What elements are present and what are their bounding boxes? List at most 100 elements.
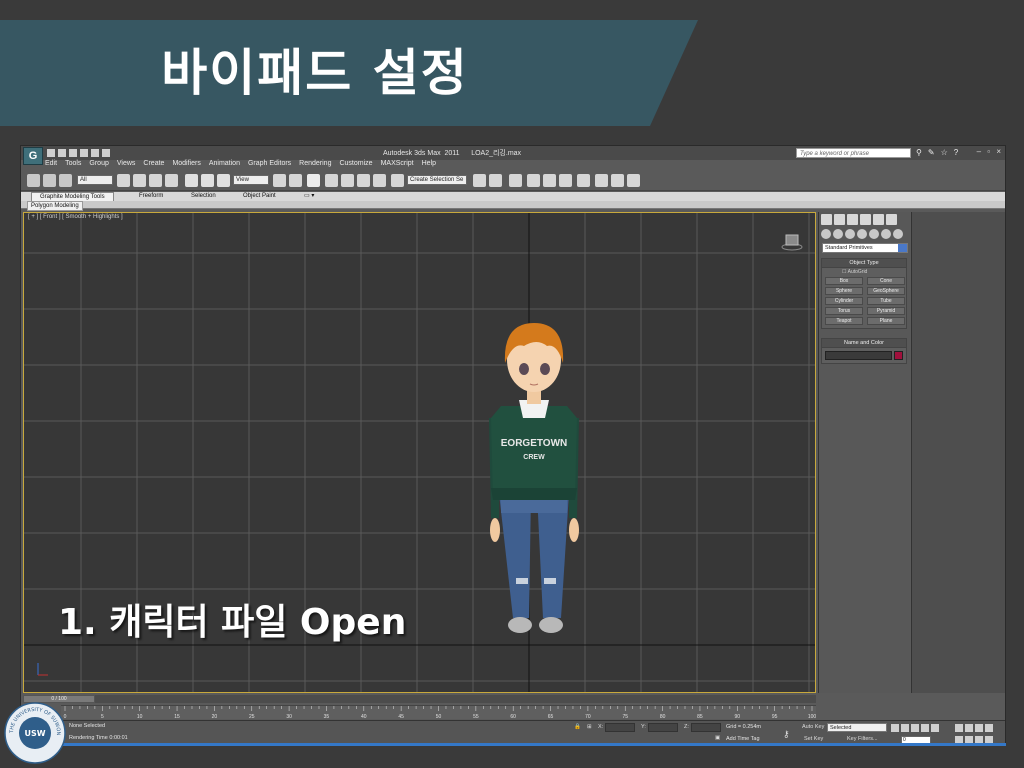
align-icon[interactable] — [489, 174, 502, 187]
z-coordinate-field[interactable] — [691, 723, 721, 732]
open-file-icon[interactable] — [58, 149, 66, 157]
viewport-label[interactable]: [ + ] [ Front ] [ Smooth + Highlights ] — [28, 214, 123, 220]
plane-button[interactable]: Plane — [867, 317, 905, 325]
favorites-icon[interactable]: ☆ — [941, 148, 948, 157]
new-file-icon[interactable] — [47, 149, 55, 157]
menu-modifiers[interactable]: Modifiers — [172, 160, 200, 171]
autogrid-checkbox[interactable]: ☐ AutoGrid — [822, 268, 906, 277]
systems-icon[interactable] — [893, 229, 903, 239]
lock-selection-icon[interactable]: 🔒 — [574, 724, 581, 730]
geosphere-button[interactable]: GeoSphere — [867, 287, 905, 295]
percent-snap-icon[interactable] — [357, 174, 370, 187]
space-warps-icon[interactable] — [881, 229, 891, 239]
cone-button[interactable]: Cone — [867, 277, 905, 285]
help-icon[interactable]: ? — [954, 148, 958, 157]
category-dropdown[interactable]: Standard Primitives — [822, 243, 908, 253]
absolute-mode-icon[interactable]: ⊞ — [587, 724, 592, 730]
y-coordinate-field[interactable] — [648, 723, 678, 732]
scale-icon[interactable] — [217, 174, 230, 187]
modify-tab-icon[interactable] — [834, 214, 845, 225]
communication-icon[interactable]: ✎ — [928, 148, 935, 157]
save-file-icon[interactable] — [69, 149, 77, 157]
select-object-icon[interactable] — [117, 174, 130, 187]
object-name-field[interactable] — [825, 351, 893, 360]
menu-maxscript[interactable]: MAXScript — [381, 160, 414, 171]
project-folder-icon[interactable] — [102, 149, 110, 157]
menu-animation[interactable]: Animation — [209, 160, 240, 171]
set-key-button[interactable]: Set Key — [804, 736, 823, 742]
unlink-icon[interactable] — [43, 174, 56, 187]
reference-coordinate-dropdown[interactable]: View — [233, 175, 269, 185]
angle-snap-icon[interactable] — [341, 174, 354, 187]
layer-manager-icon[interactable] — [509, 174, 522, 187]
menu-customize[interactable]: Customize — [339, 160, 372, 171]
viewcube-icon[interactable] — [781, 233, 803, 251]
keyboard-shortcut-icon[interactable] — [307, 174, 320, 187]
mirror-icon[interactable] — [473, 174, 486, 187]
menu-rendering[interactable]: Rendering — [299, 160, 331, 171]
snaps-toggle-icon[interactable] — [325, 174, 338, 187]
play-icon[interactable] — [911, 724, 919, 732]
schematic-view-icon[interactable] — [559, 174, 572, 187]
motion-tab-icon[interactable] — [860, 214, 871, 225]
rendered-frame-icon[interactable] — [611, 174, 624, 187]
previous-frame-icon[interactable] — [901, 724, 909, 732]
edit-named-selection-icon[interactable] — [391, 174, 404, 187]
add-time-tag[interactable]: Add Time Tag — [726, 736, 760, 742]
torus-button[interactable]: Torus — [825, 307, 863, 315]
bind-space-warp-icon[interactable] — [59, 174, 72, 187]
goto-start-icon[interactable] — [891, 724, 899, 732]
key-mode-dropdown[interactable]: Selected — [827, 723, 887, 732]
material-editor-icon[interactable] — [577, 174, 590, 187]
select-manipulate-icon[interactable] — [289, 174, 302, 187]
render-production-icon[interactable] — [627, 174, 640, 187]
time-tag-icon[interactable]: ▣ — [715, 735, 720, 741]
tab-selection[interactable]: Selection — [191, 192, 216, 201]
app-logo-icon[interactable]: G — [23, 147, 43, 165]
goto-end-icon[interactable] — [931, 724, 939, 732]
menu-edit[interactable]: Edit — [45, 160, 57, 171]
time-slider[interactable]: 0 / 100 — [23, 695, 816, 703]
helpers-icon[interactable] — [869, 229, 879, 239]
window-crossing-icon[interactable] — [165, 174, 178, 187]
binoculars-icon[interactable]: ⚲ — [916, 148, 922, 157]
teapot-button[interactable]: Teapot — [825, 317, 863, 325]
search-input[interactable]: Type a keyword or phrase — [796, 148, 911, 158]
rotate-icon[interactable] — [201, 174, 214, 187]
menu-create[interactable]: Create — [143, 160, 164, 171]
menu-group[interactable]: Group — [89, 160, 108, 171]
ribbon-options-icon[interactable]: ▭ ▾ — [304, 192, 314, 201]
undo-icon[interactable] — [80, 149, 88, 157]
zoom-all-icon[interactable] — [965, 724, 973, 732]
pyramid-button[interactable]: Pyramid — [867, 307, 905, 315]
spinner-snap-icon[interactable] — [373, 174, 386, 187]
next-frame-icon[interactable] — [921, 724, 929, 732]
display-tab-icon[interactable] — [873, 214, 884, 225]
key-icon[interactable]: ⚷ — [783, 729, 790, 740]
utilities-tab-icon[interactable] — [886, 214, 897, 225]
auto-key-button[interactable]: Auto Key — [802, 724, 824, 730]
zoom-extents-icon[interactable] — [975, 724, 983, 732]
selection-filter-dropdown[interactable]: All — [77, 175, 113, 185]
render-setup-icon[interactable] — [595, 174, 608, 187]
zoom-icon[interactable] — [955, 724, 963, 732]
panel-polygon-modeling[interactable]: Polygon Modeling — [27, 201, 83, 211]
move-icon[interactable] — [185, 174, 198, 187]
menu-views[interactable]: Views — [117, 160, 136, 171]
lights-icon[interactable] — [845, 229, 855, 239]
object-type-title[interactable]: Object Type — [822, 259, 906, 268]
select-link-icon[interactable] — [27, 174, 40, 187]
tube-button[interactable]: Tube — [867, 297, 905, 305]
rectangular-selection-icon[interactable] — [149, 174, 162, 187]
shapes-icon[interactable] — [833, 229, 843, 239]
zoom-extents-all-icon[interactable] — [985, 724, 993, 732]
sphere-button[interactable]: Sphere — [825, 287, 863, 295]
tab-object-paint[interactable]: Object Paint — [243, 192, 276, 201]
hierarchy-tab-icon[interactable] — [847, 214, 858, 225]
named-selection-dropdown[interactable]: Create Selection Se — [407, 175, 467, 185]
select-by-name-icon[interactable] — [133, 174, 146, 187]
character-model[interactable]: EORGETOWN CREW — [479, 268, 589, 648]
key-filters-button[interactable]: Key Filters... — [847, 736, 878, 742]
redo-icon[interactable] — [91, 149, 99, 157]
pivot-center-icon[interactable] — [273, 174, 286, 187]
